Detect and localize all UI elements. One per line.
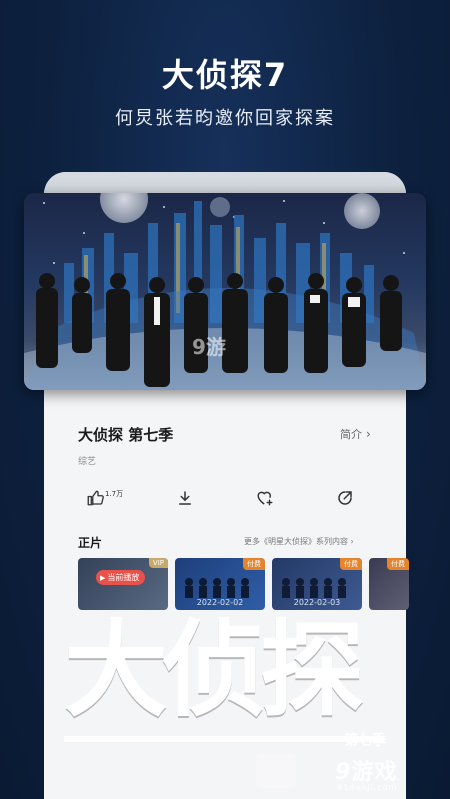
action-bar: 1.7万 xyxy=(58,486,390,510)
poster-watermark: 9游 xyxy=(192,335,226,359)
logo-underline xyxy=(64,736,384,742)
paid-badge: 付费 xyxy=(340,558,362,570)
vip-badge: VIP xyxy=(148,558,168,568)
like-button[interactable]: 1.7万 xyxy=(86,486,123,510)
show-title: 大侦探 第七季 xyxy=(78,426,174,444)
favorite-button[interactable] xyxy=(255,486,275,510)
logo-season: 第七季 xyxy=(344,733,386,749)
share-icon xyxy=(338,491,352,505)
thumbs-up-icon xyxy=(87,490,104,506)
share-button[interactable] xyxy=(336,486,354,510)
logo-text: 大侦探 xyxy=(64,609,364,731)
promo-screen: 大侦探7 何炅张若昀邀你回家探案 9游 大侦探 第七季 简介 › 综艺 1.7万… xyxy=(0,0,450,799)
episode-cast-art xyxy=(185,578,249,598)
download-icon xyxy=(179,491,191,505)
promo-title: 大侦探7 xyxy=(161,56,289,94)
intro-link[interactable]: 简介 › xyxy=(340,426,371,442)
now-playing-label: 当前播放 xyxy=(107,573,140,582)
intro-label: 简介 xyxy=(340,428,362,441)
chevron-right-icon: › xyxy=(366,427,371,441)
like-count: 1.7万 xyxy=(105,490,124,498)
show-logo: 大侦探 第七季 xyxy=(64,600,394,750)
show-poster[interactable]: 9游 xyxy=(24,193,426,390)
favorite-add-icon xyxy=(257,491,273,506)
episodes-section-title: 正片 xyxy=(78,536,103,550)
watermark-text: 游戏 xyxy=(351,760,398,785)
episode-cast-art xyxy=(282,578,346,598)
site-logo-mark xyxy=(256,754,296,788)
paid-badge: 付费 xyxy=(387,558,409,570)
more-series-link[interactable]: 更多《明星大侦探》系列内容 › xyxy=(244,536,354,547)
genre-tag: 综艺 xyxy=(78,457,97,467)
paid-badge: 付费 xyxy=(243,558,265,570)
watermark-number: 9 xyxy=(335,760,352,785)
watermark-site: 91danji.com xyxy=(337,783,398,792)
play-icon: ▶ xyxy=(100,573,106,582)
site-watermark: 9游戏 91danji.com xyxy=(335,754,397,792)
poster-artwork xyxy=(24,193,426,390)
promo-subtitle: 何炅张若昀邀你回家探案 xyxy=(115,108,335,129)
download-button[interactable] xyxy=(176,486,194,510)
now-playing-tag: ▶ 当前播放 xyxy=(96,570,146,585)
